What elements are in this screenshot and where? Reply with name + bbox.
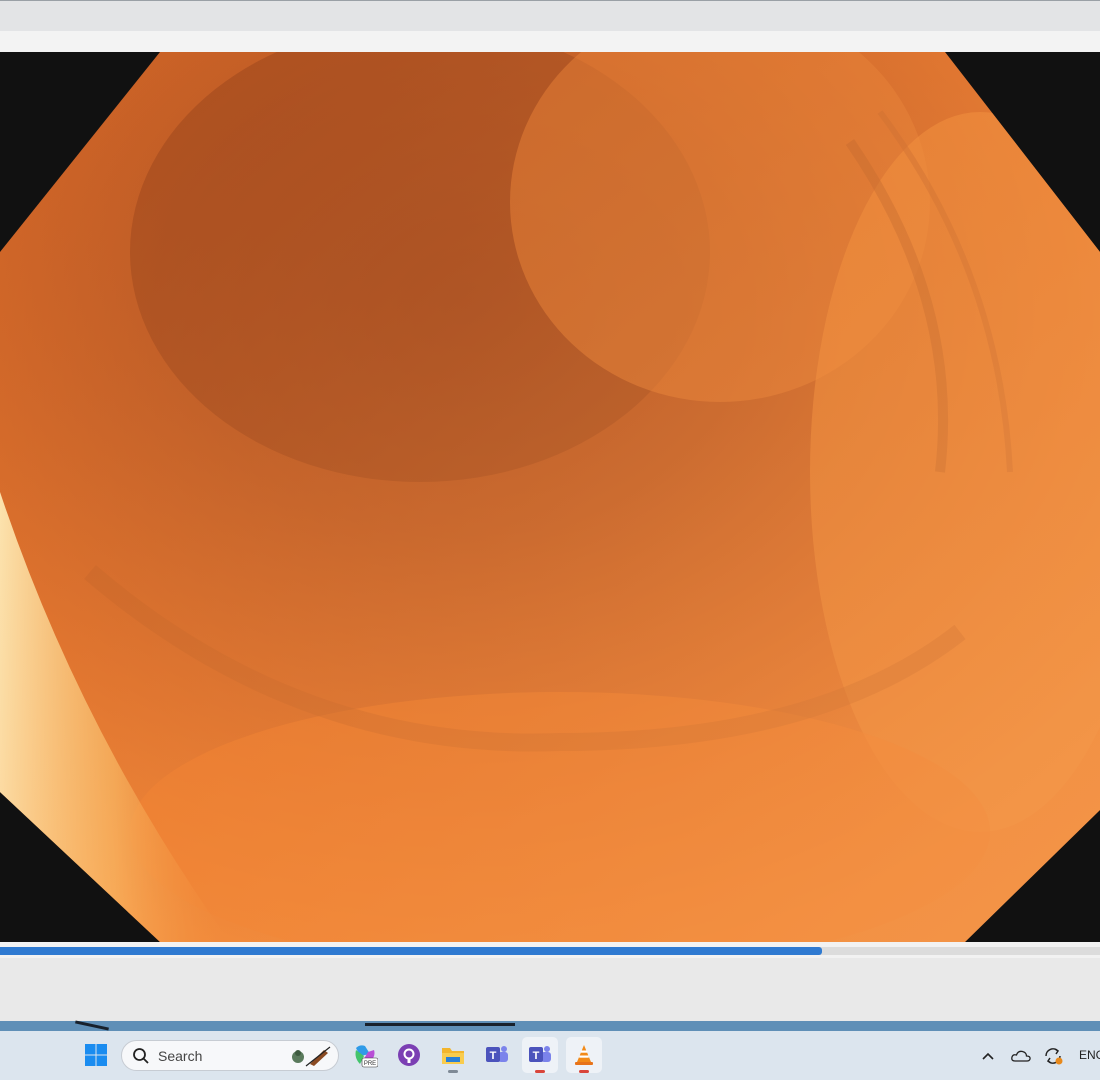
tray-overflow-button[interactable]: [978, 1031, 998, 1080]
taskbar-teams[interactable]: T: [522, 1037, 558, 1073]
seek-track[interactable]: [0, 947, 1100, 955]
svg-text:T: T: [490, 1050, 497, 1062]
playback-controls-area: [0, 958, 1100, 1021]
windows-logo-icon: [85, 1044, 107, 1066]
copilot-pre-icon: PRE: [355, 1045, 378, 1068]
teams-icon: T: [486, 1046, 508, 1062]
chevron-up-icon: [982, 1052, 994, 1060]
folder-icon: [442, 1048, 464, 1064]
start-button[interactable]: [78, 1037, 114, 1073]
sync-icon: [1045, 1047, 1063, 1064]
search-highlight-icon: [292, 1046, 331, 1067]
onedrive-cloud-icon: [1011, 1050, 1031, 1062]
taskbar: Search PRE T T EN: [0, 1031, 1100, 1080]
taskbar-teams-classic[interactable]: T: [479, 1037, 515, 1073]
svg-text:PRE: PRE: [364, 1061, 376, 1067]
taskbar-file-explorer[interactable]: [435, 1037, 471, 1073]
tray-onedrive[interactable]: [1010, 1031, 1032, 1080]
svg-text:T: T: [533, 1050, 540, 1062]
vlc-cone-icon: [575, 1045, 593, 1065]
seek-progress: [0, 947, 822, 955]
tray-sync[interactable]: [1042, 1031, 1064, 1080]
window-title-bar: [0, 0, 1100, 31]
taskbar-copilot[interactable]: PRE: [347, 1037, 383, 1073]
teams-icon: T: [529, 1046, 551, 1062]
taskbar-search[interactable]: Search: [121, 1040, 339, 1071]
taskbar-github[interactable]: [391, 1037, 427, 1073]
search-placeholder: Search: [158, 1048, 203, 1064]
search-icon: [133, 1048, 149, 1064]
language-indicator[interactable]: ENG: [1079, 1048, 1100, 1062]
menu-strip: [0, 31, 1100, 52]
taskbar-vlc[interactable]: [566, 1037, 602, 1073]
video-frame[interactable]: [0, 52, 1100, 942]
desktop-wallpaper-strip: [0, 1021, 1100, 1031]
github-icon: [398, 1044, 420, 1066]
seek-bar[interactable]: [0, 942, 1100, 958]
endoscopy-image: [0, 52, 1100, 942]
